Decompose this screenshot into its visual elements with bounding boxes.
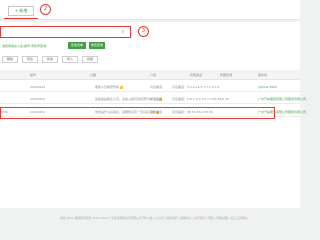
table-row[interactable]: 20230101 服务人员电话号码 平台渠道 平台渠道：5.3.4.12,5.7… [0,82,300,92]
action-button-edit[interactable]: 修改 [42,56,58,63]
image-thumbnail-icon [120,85,124,89]
query-button[interactable]: 查询清单 [68,42,86,49]
selected-row-highlight [0,107,275,119]
action-button-import[interactable]: 导入 [62,56,78,63]
callout-marker-3: 3 [138,26,149,37]
callout-marker-2: 2 [40,4,51,15]
col-channel: 所属渠道 [190,73,203,77]
footer-text: 版权 2020 保留所有权利 2015-2020 广东某某网络技术有限公司 粤I… [60,216,248,220]
add-button[interactable]: + 新增 [8,6,34,16]
col-id: 编号 [30,73,37,77]
table-row[interactable]: 20230201 这是我是联系人员，请加入我们的优惠汽车门口 平台渠道 平台渠道… [0,94,306,104]
col-title: 介绍 [150,73,157,77]
col-vendor: 服务商 [258,73,268,77]
action-button-batch[interactable]: 批量 [82,56,98,63]
add-button-highlight [4,18,38,19]
col-date: 日期 [90,73,97,77]
action-button-delete[interactable]: 删除 [2,56,18,63]
reset-button[interactable]: 重置查询 [89,42,105,49]
filter-label: 消费者联系人名/编号/手机号查询： [2,44,50,48]
table-header: 编号 日期 介绍 所属渠道 所属区域 服务商 [0,70,300,80]
action-button-export[interactable]: 导出 [22,56,38,63]
search-icon[interactable]: ⌕ [118,28,128,36]
col-region: 所属区域 [220,73,233,77]
search-input[interactable] [0,26,131,38]
